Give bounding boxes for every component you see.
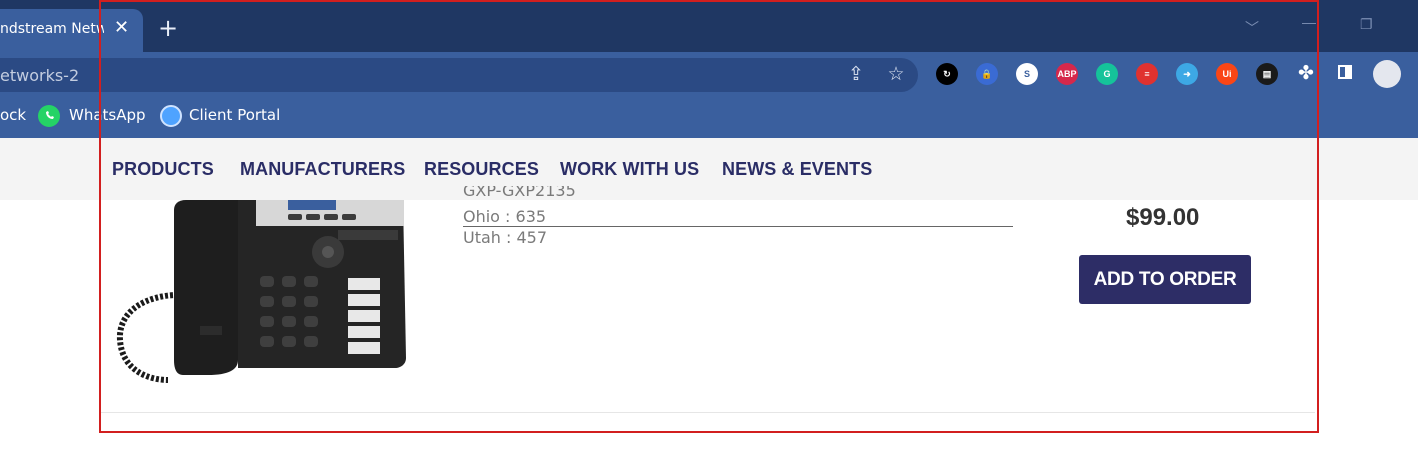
browser-toolbar: etworks-2 ⇪ ☆ ↻ 🔒 S ABP G ≡ ➜ Ui ▤ ✤ — [0, 52, 1418, 96]
address-bar[interactable]: etworks-2 ⇪ ☆ — [0, 58, 918, 92]
vpn-icon[interactable]: 🔒 — [976, 63, 998, 85]
bookmarks-bar: ock WhatsApp Client Portal — [0, 96, 1418, 138]
nav-manufacturers[interactable]: MANUFACTURERS — [240, 159, 405, 180]
side-panel-icon[interactable] — [1338, 65, 1352, 79]
nav-products[interactable]: PRODUCTS — [112, 159, 214, 180]
browser-tab[interactable]: ndstream Netwo ✕ — [0, 9, 143, 52]
bookmark-item[interactable]: ock — [0, 106, 26, 124]
share-icon[interactable]: ⇪ — [844, 63, 868, 87]
product-image[interactable] — [108, 200, 430, 396]
minimize-icon[interactable]: — — [1302, 14, 1316, 30]
close-tab-icon[interactable]: ✕ — [114, 17, 129, 37]
nav-news-events[interactable]: NEWS & EVENTS — [722, 159, 872, 180]
tab-search-icon[interactable]: ﹀ — [1245, 18, 1259, 38]
site-nav: PRODUCTS MANUFACTURERS RESOURCES WORK WI… — [0, 138, 1418, 200]
row-separator — [101, 412, 1315, 413]
add-to-order-button[interactable]: ADD TO ORDER — [1079, 255, 1251, 304]
globe-icon — [160, 105, 182, 127]
tab-title: ndstream Netwo — [0, 21, 104, 37]
flag-icon[interactable]: ≡ — [1136, 63, 1158, 85]
uipath-icon[interactable]: Ui — [1216, 63, 1238, 85]
nav-work-with-us[interactable]: WORK WITH US — [560, 159, 699, 180]
divider — [463, 226, 1013, 227]
product-price: $99.00 — [1126, 204, 1200, 231]
document-icon[interactable]: ▤ — [1256, 63, 1278, 85]
sync-icon[interactable]: ↻ — [936, 63, 958, 85]
extensions-puzzle-icon[interactable]: ✤ — [1294, 62, 1318, 86]
address-text: etworks-2 — [0, 66, 80, 85]
restore-icon[interactable]: ❐ — [1360, 16, 1373, 33]
new-tab-button[interactable]: + — [158, 16, 178, 40]
stock-ohio: Ohio : 635 — [463, 207, 547, 226]
nav-resources[interactable]: RESOURCES — [424, 159, 539, 180]
star-icon[interactable]: ☆ — [884, 63, 908, 87]
bookmark-client-portal[interactable]: Client Portal — [189, 106, 280, 124]
s-extension-icon[interactable]: S — [1016, 63, 1038, 85]
grammarly-icon[interactable]: G — [1096, 63, 1118, 85]
product-model: GXP-GXP2135 — [463, 186, 576, 196]
stock-utah: Utah : 457 — [463, 228, 548, 247]
profile-avatar[interactable] — [1373, 60, 1401, 88]
screenshot-icon[interactable]: ➜ — [1176, 63, 1198, 85]
browser-tab-bar: ndstream Netwo ✕ + ﹀ — ❐ — [0, 0, 1418, 52]
bookmark-whatsapp[interactable]: WhatsApp — [69, 106, 146, 124]
adblock-icon[interactable]: ABP — [1056, 63, 1078, 85]
whatsapp-icon — [38, 105, 60, 127]
